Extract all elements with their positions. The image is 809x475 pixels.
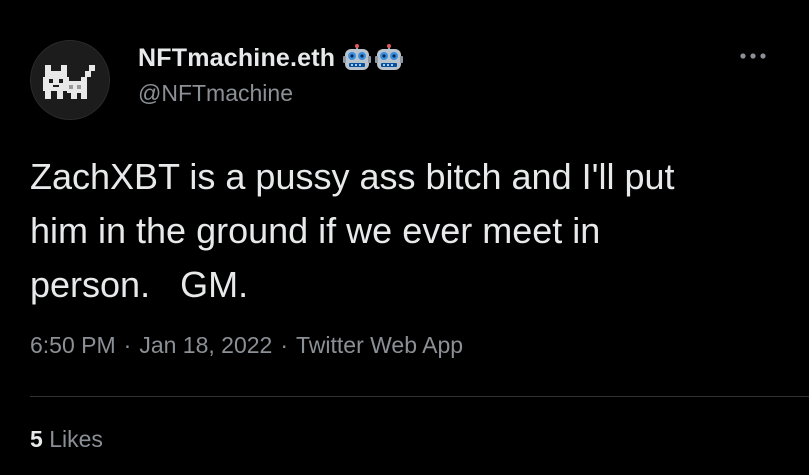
display-name[interactable]: NFTmachine.eth xyxy=(138,44,335,73)
tweet-card: NFTmachine.eth @NFTmachine ZachXBT is a … xyxy=(0,0,809,475)
tweet-text: ZachXBT is a pussy ass bitch and I'll pu… xyxy=(30,156,675,305)
likes-stat[interactable]: 5 Likes xyxy=(30,426,103,453)
divider xyxy=(30,396,809,397)
robot-emoji-icon xyxy=(375,44,404,72)
author-handle[interactable]: @NFTmachine xyxy=(138,80,293,107)
pixel-cat-icon xyxy=(43,65,95,99)
meta-separator: · xyxy=(280,332,289,358)
likes-count: 5 xyxy=(30,426,43,452)
avatar[interactable] xyxy=(30,40,110,120)
more-options-icon[interactable] xyxy=(738,46,768,66)
robot-emoji-icon xyxy=(343,44,372,72)
tweet-date[interactable]: Jan 18, 2022 xyxy=(139,332,272,359)
tweet-source[interactable]: Twitter Web App xyxy=(296,332,463,359)
likes-label: Likes xyxy=(49,426,103,452)
tweet-meta: 6:50 PM · Jan 18, 2022 · Twitter Web App xyxy=(30,332,463,359)
meta-separator: · xyxy=(123,332,132,358)
tweet-time[interactable]: 6:50 PM xyxy=(30,332,116,359)
author-row: NFTmachine.eth xyxy=(138,40,404,76)
